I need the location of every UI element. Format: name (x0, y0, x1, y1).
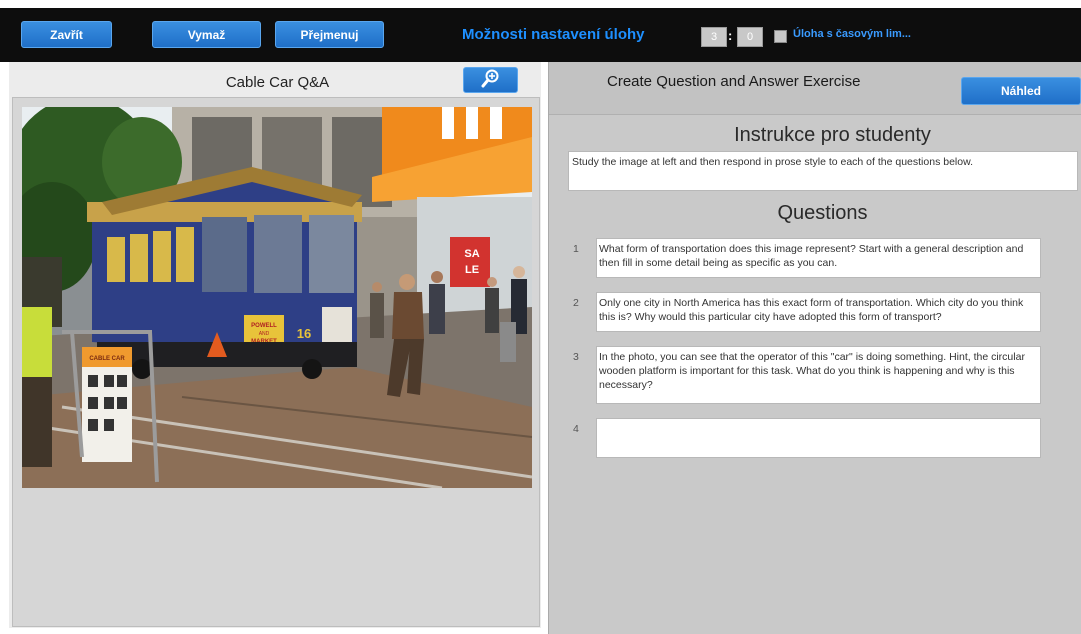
sale-sign-line-2: LE (465, 264, 479, 276)
question-field-1[interactable]: What form of transportation does this im… (596, 238, 1041, 278)
question-number: 2 (573, 297, 579, 309)
question-field-4[interactable] (596, 418, 1041, 458)
instructions-field[interactable]: Study the image at left and then respond… (568, 151, 1078, 191)
question-number: 4 (573, 423, 579, 435)
editor-title: Create Question and Answer Exercise (607, 73, 861, 90)
time-seconds-field[interactable]: 0 (737, 27, 763, 47)
question-number: 1 (573, 243, 579, 255)
zoom-in-icon (480, 68, 502, 93)
destination-sign-line-1: POWELL (251, 323, 277, 329)
time-limit-label[interactable]: Úloha s časovým lim... (793, 28, 911, 40)
image-frame: POWELL AND MARKET 16 (12, 97, 540, 627)
task-settings-title: Možnosti nastavení úlohy (462, 26, 645, 43)
time-separator: : (728, 28, 733, 43)
cable-car-photo: POWELL AND MARKET 16 (22, 107, 532, 488)
time-minutes-field[interactable]: 3 (701, 27, 727, 47)
sale-sign-line-1: SA (464, 248, 479, 260)
rename-button[interactable]: Přejmenuj (275, 21, 384, 48)
question-field-3[interactable]: In the photo, you can see that the opera… (596, 346, 1041, 404)
questions-heading: Questions (777, 202, 868, 224)
question-field-2[interactable]: Only one city in North America has this … (596, 292, 1041, 332)
editor-panel: Create Question and Answer Exercise Náhl… (548, 62, 1081, 634)
car-number: 16 (297, 326, 311, 341)
destination-sign-line-2: AND (259, 331, 270, 337)
top-toolbar: Zavřít Vymaž Přejmenuj Možnosti nastaven… (0, 8, 1081, 62)
board-sign-text: CABLE CAR (89, 356, 125, 362)
zoom-button[interactable] (463, 67, 518, 93)
close-button[interactable]: Zavřít (21, 21, 112, 48)
clear-button[interactable]: Vymaž (152, 21, 261, 48)
preview-button[interactable]: Náhled (961, 77, 1081, 105)
instructions-heading: Instrukce pro studenty (734, 124, 931, 146)
editor-header: Create Question and Answer Exercise Náhl… (549, 62, 1081, 115)
question-number: 3 (573, 351, 579, 363)
time-limit-checkbox[interactable] (774, 30, 787, 43)
image-panel: Cable Car Q&A POWELL AND 16 CABLE CAR SA… (0, 62, 548, 634)
